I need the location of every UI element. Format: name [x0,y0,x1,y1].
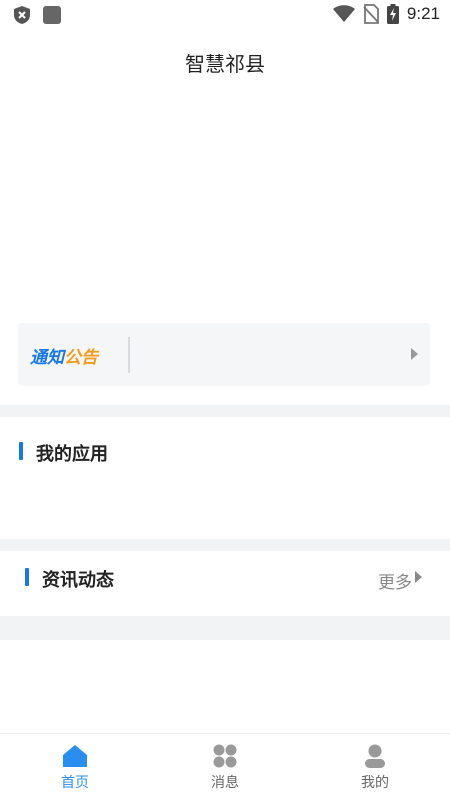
news-header: 资讯动态 更多 [0,558,450,598]
tab-home[interactable]: 首页 [0,734,150,800]
more-button[interactable]: 更多 [378,568,412,593]
bottom-tab-bar: 首页 消息 我的 [0,733,450,800]
tab-messages-label: 消息 [211,775,239,791]
notice-divider [128,337,130,373]
section-accent-bar [25,568,29,586]
news-title: 资讯动态 [42,570,114,591]
notice-bar[interactable]: 通知公告 [18,323,430,386]
section-gap [0,616,450,640]
section-accent-bar [19,442,23,460]
app-title: 智慧祁县 [185,52,265,76]
wifi-icon [332,5,355,22]
home-icon [63,745,87,767]
battery-charging-icon [386,4,399,24]
status-time: 9:21 [406,4,440,23]
grid-icon [213,744,237,768]
tab-profile[interactable]: 我的 [300,734,450,800]
play-arrow-icon[interactable] [411,348,418,360]
banner-area[interactable] [0,90,450,320]
notice-logo: 通知公告 [30,343,98,368]
app-notification-icon [43,6,61,24]
section-gap [0,405,450,417]
my-apps-header: 我的应用 [0,432,450,472]
tab-messages[interactable]: 消息 [150,734,300,800]
no-sim-icon [363,4,379,24]
tab-profile-label: 我的 [361,775,389,791]
section-gap [0,539,450,551]
more-arrow-icon[interactable] [415,571,422,583]
notice-logo-part2: 公告 [64,348,98,368]
status-bar: 9:21 [0,0,450,30]
tab-home-label: 首页 [61,775,89,791]
my-apps-title: 我的应用 [36,444,108,465]
shield-icon [14,6,30,24]
my-apps-grid [0,475,450,535]
user-icon [365,744,385,768]
notice-logo-part1: 通知 [30,348,64,368]
